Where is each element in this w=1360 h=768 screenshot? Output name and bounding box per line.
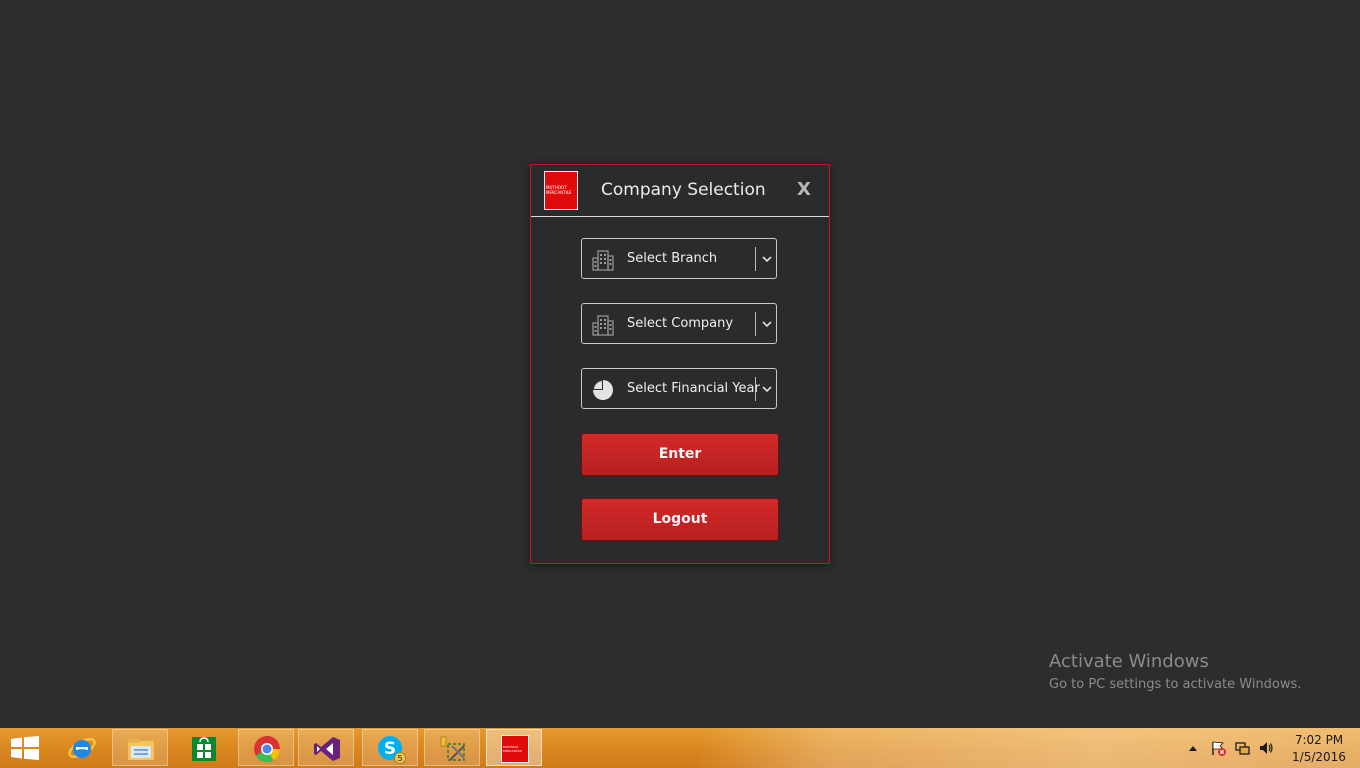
dialog-title: Company Selection xyxy=(601,180,766,200)
muthoot-logo: MUTHOOT MERCANTILE xyxy=(544,171,578,210)
taskbar-tools[interactable] xyxy=(424,729,480,766)
building-icon xyxy=(592,250,614,271)
skype-icon: S 5 xyxy=(378,736,406,764)
company-selection-dialog: MUTHOOT MERCANTILE Company Selection X S… xyxy=(530,164,830,564)
clock-date[interactable]: 1/5/2016 xyxy=(1290,750,1348,764)
tools-icon xyxy=(440,736,465,761)
branch-select[interactable]: Select Branch xyxy=(581,238,777,279)
company-select[interactable]: Select Company xyxy=(581,303,777,344)
svg-text:S: S xyxy=(384,739,396,759)
dropdown-separator xyxy=(755,377,756,401)
enter-button[interactable]: Enter xyxy=(581,433,779,476)
taskbar-store[interactable] xyxy=(176,729,232,766)
taskbar-visual-studio[interactable] xyxy=(298,729,354,766)
taskbar-skype[interactable]: S 5 xyxy=(362,729,418,766)
logo-text: MUTHOOT MERCANTILE xyxy=(546,185,572,195)
chevron-down-icon[interactable] xyxy=(760,252,774,266)
internet-explorer-icon xyxy=(68,738,96,758)
windows-logo-icon xyxy=(11,736,39,760)
dropdown-separator xyxy=(755,312,756,336)
close-button[interactable]: X xyxy=(795,179,813,201)
show-hidden-icons-icon[interactable] xyxy=(1187,743,1199,753)
start-button[interactable] xyxy=(0,728,52,768)
taskbar-logo-text: MUTHOOT MERCANTILE xyxy=(503,745,523,753)
store-icon xyxy=(192,737,216,761)
building-icon xyxy=(592,315,614,336)
taskbar-muthoot-mercantile[interactable]: MUTHOOT MERCANTILE xyxy=(486,729,542,766)
network-icon[interactable] xyxy=(1234,740,1250,756)
logout-button[interactable]: Logout xyxy=(581,498,779,541)
dialog-header: MUTHOOT MERCANTILE Company Selection X xyxy=(531,165,829,217)
visual-studio-icon xyxy=(314,737,340,761)
taskbar-chrome[interactable] xyxy=(238,729,294,766)
action-center-flag-icon[interactable] xyxy=(1210,740,1226,756)
skype-badge: 5 xyxy=(397,754,402,763)
company-select-label: Select Company xyxy=(627,316,734,331)
taskbar-internet-explorer[interactable] xyxy=(54,729,110,766)
activate-windows-subtitle: Go to PC settings to activate Windows. xyxy=(1049,677,1302,692)
financial-year-select[interactable]: Select Financial Year xyxy=(581,368,777,409)
pie-chart-icon xyxy=(593,380,613,400)
muthoot-logo-icon: MUTHOOT MERCANTILE xyxy=(501,735,529,763)
branch-select-label: Select Branch xyxy=(627,251,718,266)
dropdown-separator xyxy=(755,247,756,271)
taskbar: S 5 MUTHOOT MERCANTILE xyxy=(0,728,1360,768)
chrome-icon xyxy=(254,735,281,763)
taskbar-file-explorer[interactable] xyxy=(112,729,168,766)
activate-windows-title: Activate Windows xyxy=(1049,651,1209,672)
file-explorer-icon xyxy=(128,739,154,760)
chevron-down-icon[interactable] xyxy=(760,317,774,331)
volume-icon[interactable] xyxy=(1258,740,1274,756)
financial-year-select-label: Select Financial Year xyxy=(627,381,760,396)
clock-time[interactable]: 7:02 PM xyxy=(1290,733,1348,747)
chevron-down-icon[interactable] xyxy=(760,382,774,396)
